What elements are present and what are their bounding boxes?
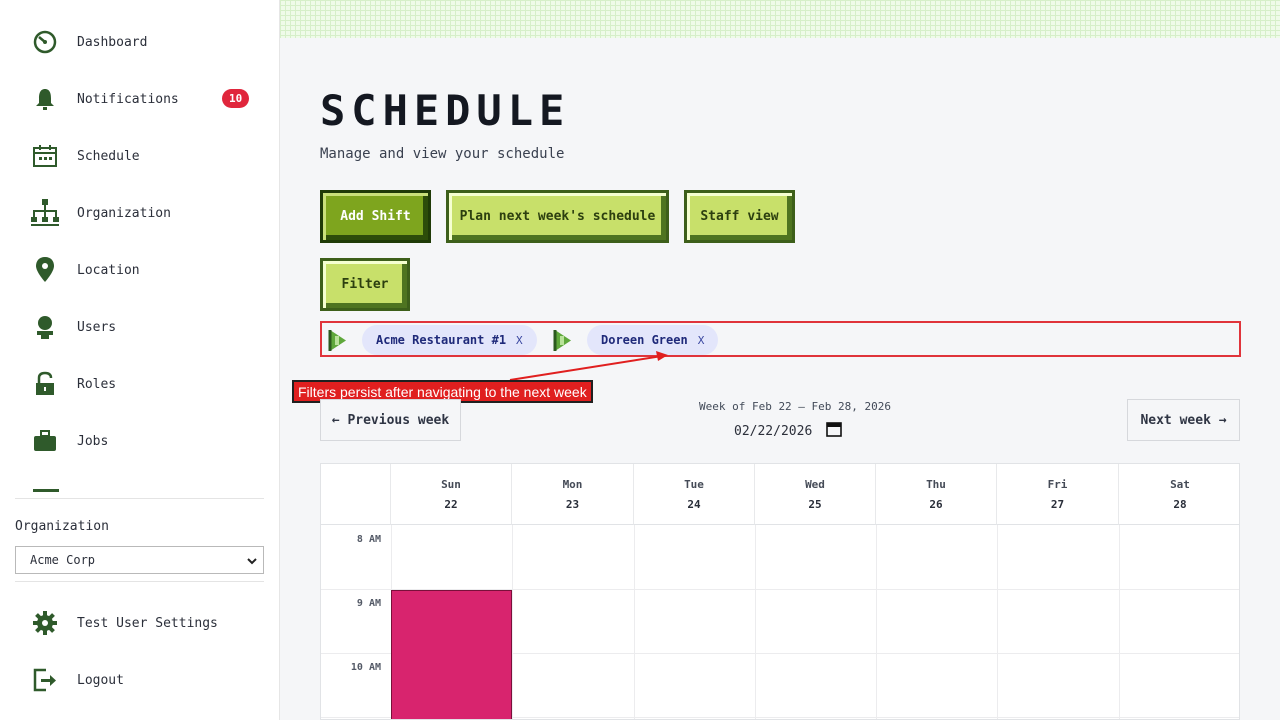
day-name: Thu — [926, 478, 946, 491]
hour-label: 9 AM — [356, 598, 381, 609]
sidebar-item-schedule[interactable]: Schedule — [30, 141, 255, 171]
day-name: Mon — [562, 478, 583, 491]
hour-row: 8 AM — [321, 526, 1239, 590]
sidebar-item-dashboard[interactable]: Dashboard — [30, 27, 255, 57]
sidebar-item-label: Notifications — [77, 91, 179, 107]
notification-count-badge: 10 — [222, 89, 250, 108]
day-name: Wed — [805, 478, 825, 491]
gear-icon — [30, 608, 60, 638]
sidebar-item-notifications[interactable]: Notifications 10 — [30, 84, 255, 114]
day-date: 27 — [1050, 498, 1065, 511]
sidebar-item-label: Roles — [77, 376, 117, 392]
sidebar-item-roles[interactable]: Roles — [30, 369, 255, 399]
sidebar-item-label: Schedule — [77, 148, 140, 164]
day-header-tue: Tue 24 — [634, 464, 755, 525]
day-header-fri: Fri 27 — [997, 464, 1119, 525]
sidebar-item-label: Dashboard — [77, 34, 148, 50]
day-date: 26 — [929, 498, 943, 511]
organization-select[interactable]: Acme Corp — [15, 546, 264, 574]
sidebar-item-label: Jobs — [77, 433, 109, 449]
page-subtitle: Manage and view your schedule — [320, 146, 565, 162]
day-column-divider — [512, 525, 513, 719]
day-column-divider — [876, 525, 877, 719]
day-column-divider — [997, 525, 998, 719]
decorative-grid-band — [280, 0, 1280, 38]
plan-next-week-button[interactable]: Plan next week's schedule — [446, 190, 669, 243]
staff-view-button[interactable]: Staff view — [684, 190, 795, 243]
calendar-icon — [30, 141, 60, 171]
day-name: Sat — [1170, 478, 1190, 491]
time-column-header — [321, 464, 391, 525]
sidebar-item-label: Users — [77, 319, 117, 335]
calendar-picker-icon[interactable] — [826, 421, 843, 441]
day-column-divider — [1119, 525, 1120, 719]
day-header-thu: Thu 26 — [876, 464, 997, 525]
filter-button[interactable]: Filter — [320, 258, 410, 311]
day-date: 28 — [1173, 498, 1187, 511]
location-pin-icon — [30, 255, 60, 285]
sidebar-item-settings[interactable]: Test User Settings — [30, 608, 255, 638]
date-input-value: 02/22/2026 — [734, 423, 813, 439]
org-chart-icon — [30, 198, 60, 228]
previous-week-button[interactable]: ← Previous week — [320, 399, 461, 441]
logout-icon — [30, 665, 60, 695]
remove-filter-button[interactable]: X — [516, 334, 523, 347]
filter-chip-label: Acme Restaurant #1 — [376, 333, 507, 347]
day-date: 23 — [565, 498, 580, 511]
sidebar-item-users[interactable]: Users — [30, 312, 255, 342]
hour-label: 10 AM — [350, 662, 381, 673]
dashboard-icon — [30, 27, 60, 57]
remove-filter-button[interactable]: X — [698, 334, 705, 347]
day-date: 25 — [808, 498, 822, 511]
sidebar-item-label: Location — [77, 262, 140, 278]
next-week-button[interactable]: Next week → — [1127, 399, 1240, 441]
add-shift-button[interactable]: Add Shift — [320, 190, 431, 243]
day-header-sun: Sun 22 — [391, 464, 512, 525]
filter-chip-label: Doreen Green — [601, 333, 688, 347]
organization-label: Organization — [15, 519, 109, 534]
day-header-sat: Sat 28 — [1119, 464, 1239, 525]
sidebar-item-jobs[interactable]: Jobs — [30, 426, 255, 456]
week-range-label: Week of Feb 22 – Feb 28, 2026 — [698, 400, 892, 413]
sidebar: Dashboard Notifications 10 Schedule Orga… — [0, 0, 280, 720]
day-header-wed: Wed 25 — [755, 464, 876, 525]
filter-chip-location[interactable]: Acme Restaurant #1 X — [362, 325, 537, 355]
sidebar-item-location[interactable]: Location — [30, 255, 255, 285]
week-date-input[interactable]: 02/22/2026 — [734, 420, 854, 442]
sidebar-item-label: Organization — [77, 205, 171, 221]
page-title: SCHEDULE — [320, 86, 571, 135]
chevron-down-icon — [247, 555, 257, 569]
bell-icon — [30, 84, 60, 114]
filter-chip-user[interactable]: Doreen Green X — [587, 325, 719, 355]
day-date: 22 — [444, 498, 458, 511]
day-header-mon: Mon 23 — [512, 464, 634, 525]
lock-icon — [30, 369, 60, 399]
day-name: Tue — [684, 478, 704, 491]
sidebar-divider — [15, 581, 264, 582]
day-date: 24 — [687, 498, 701, 511]
week-calendar: Sun 22 Mon 23 Tue 24 Wed 25 Thu 26 Fri 2… — [320, 463, 1240, 720]
sidebar-item-organization[interactable]: Organization — [30, 198, 255, 228]
sidebar-divider — [15, 498, 264, 499]
day-name: Fri — [1047, 478, 1068, 491]
sidebar-item-label: Test User Settings — [77, 615, 218, 631]
filter-arrow-icon — [328, 328, 350, 353]
user-icon — [30, 312, 60, 342]
active-filters-bar: Acme Restaurant #1 X Doreen Green X — [320, 321, 1241, 357]
day-column-divider — [755, 525, 756, 719]
sidebar-item-label: Logout — [77, 672, 124, 688]
sidebar-item-logout[interactable]: Logout — [30, 665, 255, 695]
filter-arrow-icon — [553, 328, 575, 353]
briefcase-icon — [30, 426, 60, 456]
day-name: Sun — [441, 478, 461, 491]
organization-select-value: Acme Corp — [30, 553, 96, 567]
partially-hidden-nav-icon — [33, 489, 59, 492]
day-column-divider — [634, 525, 635, 719]
shift-block[interactable] — [391, 590, 512, 719]
hour-label: 8 AM — [356, 534, 381, 545]
